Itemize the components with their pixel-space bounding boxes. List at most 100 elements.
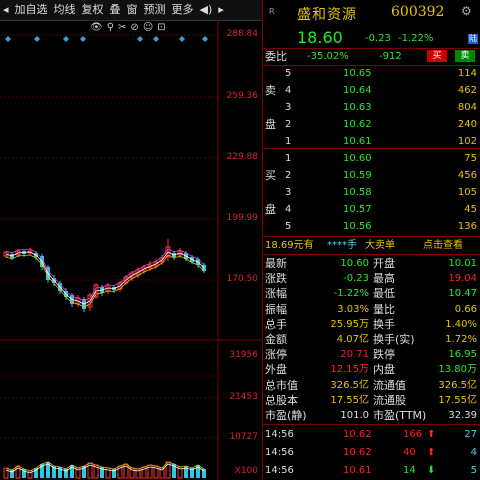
- orderbook-row[interactable]: 卖 4 10.64 462: [263, 83, 480, 98]
- stat-label: 市盈(静): [265, 409, 307, 422]
- stats-row: 总手 25.95万 换手 1.40%: [263, 317, 480, 332]
- orderbook-volume: 114: [457, 68, 477, 79]
- forecast-button[interactable]: 预测: [141, 0, 169, 20]
- window-button[interactable]: 窗: [124, 0, 141, 20]
- orderbook-row[interactable]: 5 10.65 114: [263, 66, 480, 81]
- orderbook-price: 10.58: [343, 187, 372, 198]
- volume-axis-label: 21453: [229, 392, 258, 402]
- expand-icon[interactable]: ⊡: [157, 22, 165, 33]
- adjust-button[interactable]: 复权: [79, 0, 107, 20]
- r-icon: R: [269, 7, 275, 16]
- stat-value: 19.04: [448, 273, 477, 285]
- orderbook-price: 10.57: [343, 204, 372, 215]
- scissors-icon[interactable]: ✂: [118, 22, 126, 33]
- orderbook-price: 10.63: [343, 102, 372, 113]
- stat-value: 10.47: [448, 288, 477, 300]
- event-marker: [34, 36, 40, 42]
- orderbook-level: 5: [285, 221, 292, 232]
- tick-count: 5: [470, 465, 477, 476]
- orderbook-level: 3: [285, 102, 292, 113]
- orderbook-row[interactable]: 1 10.61 102: [263, 134, 480, 149]
- big-order-row: 18.69元有 ****手 大卖单 点击查看: [263, 238, 480, 253]
- big-order-label: 大卖单: [365, 240, 395, 251]
- stat-value: 101.0: [340, 410, 369, 421]
- last-price: 18.60: [297, 28, 343, 47]
- orderbook-level: 2: [285, 119, 292, 130]
- tick-count: 4: [470, 447, 477, 458]
- zoom-icon[interactable]: ⚲: [107, 22, 114, 33]
- orderbook-row[interactable]: 买 2 10.59 456: [263, 168, 480, 183]
- orderbook-price: 10.60: [343, 153, 372, 164]
- stat-label: 总手: [265, 317, 287, 331]
- buy-button[interactable]: 买: [427, 50, 447, 62]
- stat-value: 20.71: [340, 349, 369, 361]
- stat-label: 流通值: [373, 378, 406, 392]
- gear-icon[interactable]: ⚙: [461, 4, 472, 18]
- stock-code: 600392: [391, 4, 445, 20]
- connect-badge: 陆: [468, 34, 478, 44]
- orderbook-side-label: 盘: [265, 118, 276, 131]
- moving-average-button[interactable]: 均线: [51, 0, 79, 20]
- stat-label: 流通股: [373, 393, 406, 407]
- overlay-button[interactable]: 叠: [107, 0, 124, 20]
- kline-chart[interactable]: 👁 ⚲ ✂ ⊘ ☺ ⊡ 288.84 259.36 229.88 199.99 …: [0, 20, 262, 480]
- orderbook-volume: 105: [457, 187, 477, 198]
- stat-label: 总市值: [265, 378, 298, 392]
- chart-toolbar: ◂ 加自选 均线 复权 叠 窗 预测 更多 ◀) ▸: [0, 0, 262, 21]
- chart-tools: 👁 ⚲ ✂ ⊘ ☺ ⊡: [90, 22, 166, 33]
- stat-label: 开盘: [373, 257, 395, 270]
- event-marker: [179, 36, 185, 42]
- tick-volume: 14: [403, 465, 416, 476]
- toolbar-right-arrow[interactable]: ▸: [215, 0, 227, 20]
- stat-label: 最低: [373, 287, 395, 301]
- speaker-icon[interactable]: ◀): [197, 0, 216, 20]
- quote-header: R 盛和资源 600392 ⚙ 18.60 -0.23 -1.22% 陆: [263, 0, 480, 48]
- stat-value: 1.72%: [445, 334, 477, 345]
- stat-label: 振幅: [265, 302, 287, 316]
- orderbook-level: 3: [285, 187, 292, 198]
- volume-unit-label: X100: [234, 466, 258, 476]
- orderbook-side-label: 卖: [265, 84, 276, 97]
- toolbar-left-arrow[interactable]: ◂: [0, 0, 12, 20]
- tick-count: 27: [464, 429, 477, 440]
- orderbook-volume: 456: [457, 170, 477, 181]
- moving-average-line: [5, 254, 205, 308]
- orderbook-row[interactable]: 5 10.56 136: [263, 219, 480, 234]
- stat-value: 13.80万: [438, 364, 477, 376]
- price-axis-label: 199.99: [226, 213, 259, 223]
- more-button[interactable]: 更多: [169, 0, 197, 20]
- sell-button[interactable]: 卖: [455, 50, 475, 62]
- face-icon[interactable]: ☺: [143, 22, 153, 33]
- orderbook-side-label: 盘: [265, 203, 276, 216]
- event-marker: [202, 36, 208, 42]
- orderbook-row[interactable]: 1 10.60 75: [263, 151, 480, 166]
- stats-row: 金额 4.07亿 换手(实) 1.72%: [263, 332, 480, 347]
- eye-icon[interactable]: 👁: [90, 22, 103, 33]
- tick-row: 14:56 10.62 166 ⬆ 27: [263, 427, 480, 442]
- price-change-pct: -1.22%: [398, 33, 434, 44]
- orderbook-price: 10.56: [343, 221, 372, 232]
- orderbook-row[interactable]: 盘 2 10.62 240: [263, 117, 480, 132]
- tick-volume: 40: [403, 447, 416, 458]
- orderbook-row[interactable]: 3 10.58 105: [263, 185, 480, 200]
- event-marker: [137, 36, 143, 42]
- orderbook-row[interactable]: 3 10.63 804: [263, 100, 480, 115]
- add-watchlist-button[interactable]: 加自选: [12, 0, 51, 20]
- view-big-order-link[interactable]: 点击查看: [423, 238, 463, 253]
- price-axis-label: 259.36: [226, 91, 259, 101]
- price-axis-label: 288.84: [226, 29, 259, 39]
- stat-value: 10.01: [448, 258, 477, 269]
- orderbook-level: 4: [285, 204, 292, 215]
- hide-icon[interactable]: ⊘: [130, 22, 138, 33]
- stats-row: 外盘 12.15万 内盘 13.80万: [263, 362, 480, 377]
- stat-label: 总股本: [265, 393, 298, 407]
- tick-time: 14:56: [265, 465, 294, 476]
- orderbook-row[interactable]: 盘 4 10.57 45: [263, 202, 480, 217]
- weibi-row: 委比 -35.02% -912 买 卖: [263, 49, 480, 64]
- orderbook-volume: 75: [464, 153, 477, 164]
- orderbook-price: 10.59: [343, 170, 372, 181]
- stat-value: 1.40%: [445, 318, 477, 330]
- stats-row: 总市值 326.5亿 流通值 326.5亿: [263, 378, 480, 393]
- tick-price: 10.62: [343, 429, 372, 440]
- stat-label: 换手(实): [373, 333, 415, 346]
